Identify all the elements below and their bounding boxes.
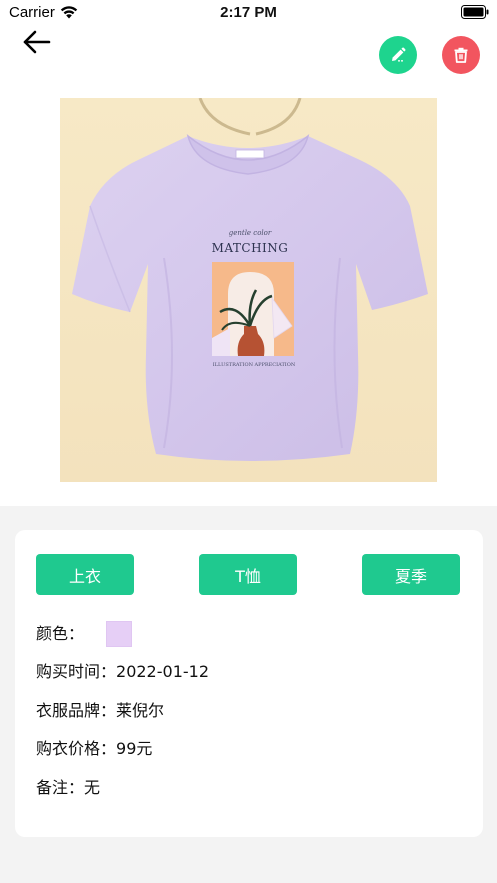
note-row: 备注：无 xyxy=(36,776,100,800)
color-swatch xyxy=(106,621,132,647)
purchase-date-label: 购买时间： xyxy=(36,662,117,681)
note-label: 备注： xyxy=(36,778,85,797)
tshirt-image: gentle color MATCHING ILLUSTRATION APPRE… xyxy=(60,98,437,482)
back-button[interactable] xyxy=(20,26,56,60)
brand-label: 衣服品牌： xyxy=(36,701,117,720)
battery-icon xyxy=(461,5,489,19)
edit-button[interactable] xyxy=(379,36,417,74)
print-title: MATCHING xyxy=(212,241,289,255)
tag-category[interactable]: 上衣 xyxy=(36,554,134,595)
print-script: gentle color xyxy=(229,229,272,237)
status-time: 2:17 PM xyxy=(220,4,277,21)
trash-icon xyxy=(454,47,468,63)
color-row: 颜色： xyxy=(36,622,84,646)
tag-type[interactable]: T恤 xyxy=(199,554,297,595)
price-row: 购衣价格：99元 xyxy=(36,737,152,761)
purchase-date-value: 2022-01-12 xyxy=(116,662,209,681)
note-value: 无 xyxy=(84,778,101,797)
status-bar: Carrier 2:17 PM xyxy=(0,0,497,26)
price-label: 购衣价格： xyxy=(36,739,117,758)
brand-row: 衣服品牌：莱倪尔 xyxy=(36,699,164,723)
color-label: 颜色： xyxy=(36,624,85,643)
arrow-left-icon xyxy=(23,30,51,54)
tag-season[interactable]: 夏季 xyxy=(362,554,460,595)
pencil-icon xyxy=(392,47,406,62)
delete-button[interactable] xyxy=(442,36,480,74)
price-value: 99元 xyxy=(116,739,153,758)
print-caption: ILLUSTRATION APPRECIATION xyxy=(213,362,296,368)
brand-value: 莱倪尔 xyxy=(116,701,165,720)
clothing-photo: gentle color MATCHING ILLUSTRATION APPRE… xyxy=(60,98,437,482)
purchase-date-row: 购买时间：2022-01-12 xyxy=(36,660,209,684)
details-card: 上衣 T恤 夏季 颜色： 购买时间：2022-01-12 衣服品牌：莱倪尔 购衣… xyxy=(15,530,483,837)
